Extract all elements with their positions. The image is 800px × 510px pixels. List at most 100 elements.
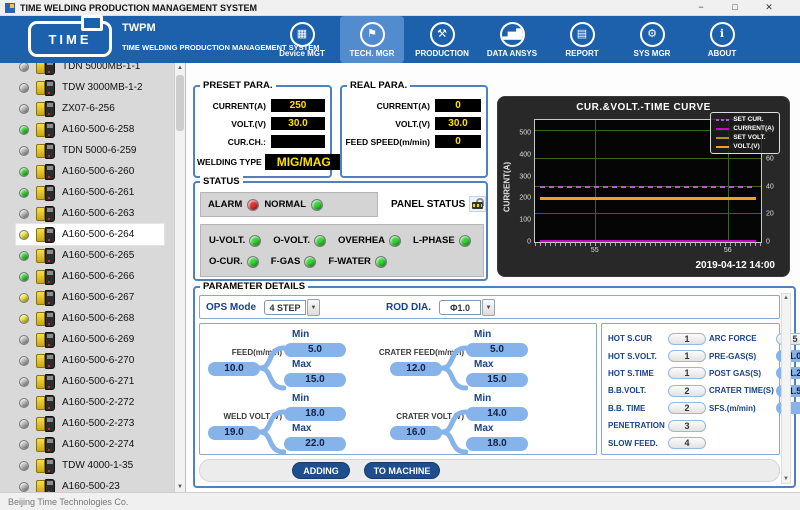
main-nav: ▦Device MGT⚑TECH. MGR⚒PRODUCTION▂▅▇DATA … [270,16,754,63]
chevron-down-icon[interactable]: ▼ [307,299,320,316]
sidebar-device-item[interactable]: A160-500-2-272 [16,392,164,413]
preset-para-panel: PRESET PARA. CURRENT(A)250VOLT.(V)30.0CU… [193,85,332,178]
sidebar-device-item[interactable]: A160-500-6-263 [16,203,164,224]
app-window: TIME WELDING PRODUCTION MANAGEMENT SYSTE… [0,0,800,510]
nav-item-about[interactable]: ℹABOUT [690,16,754,63]
welder-machine-icon [36,479,55,493]
led-gray-icon [19,83,29,93]
sidebar-device-item[interactable]: A160-500-6-270 [16,350,164,371]
sidebar-device-item[interactable]: A160-500-6-258 [16,119,164,140]
sidebar-device-item[interactable]: A160-500-6-267 [16,287,164,308]
scroll-up-icon[interactable]: ▲ [175,65,185,71]
ops-mode-value[interactable]: 4 STEP [264,300,306,315]
min-value-field[interactable]: 5.0 [284,343,346,357]
nav-item-data-ansys[interactable]: ▂▅▇DATA ANSYS [480,16,544,63]
close-button[interactable]: ✕ [752,2,786,13]
nav-item-device-mgt[interactable]: ▦Device MGT [270,16,334,63]
led-gray-icon [19,335,29,345]
sidebar-device-item[interactable]: A160-500-23 [16,476,164,492]
sidebar-device-item[interactable]: A160-500-2-273 [16,413,164,434]
sidebar-device-item[interactable]: ZX07-6-256 [16,98,164,119]
sidebar-device-item[interactable]: TDW 4000-1-35 [16,455,164,476]
maximize-button[interactable]: □ [718,2,752,13]
window-title: TIME WELDING PRODUCTION MANAGEMENT SYSTE… [20,3,257,13]
param-value-field[interactable]: 1 [668,367,706,379]
sidebar-device-item[interactable]: A160-500-6-260 [16,161,164,182]
min-label: Min [474,393,491,404]
param-value-field[interactable]: 4 [668,437,706,449]
status-title: STATUS [200,176,243,188]
min-value-field[interactable]: 18.0 [284,407,346,421]
sidebar-scrollbar[interactable]: ▲ ▼ [174,63,185,492]
legend-item: CURRENT(A) [716,125,774,132]
min-value-field[interactable]: 5.0 [466,343,528,357]
scroll-up-icon[interactable]: ▲ [782,295,790,301]
param-label: POST GAS(S) [709,369,773,378]
preset-rows: CURRENT(A)250VOLT.(V)30.0CUR.CH.: [195,87,330,149]
signal-label: O-CUR. [209,256,243,267]
sidebar-device-item[interactable]: A160-500-6-261 [16,182,164,203]
param-value-field[interactable]: 2 [668,385,706,397]
max-value-field[interactable]: 15.0 [466,373,528,387]
legend-swatch [716,146,729,148]
param-value-field[interactable]: 2 [668,402,706,414]
y-tick-right: 40 [766,183,774,190]
legend-label: CURRENT(A) [733,125,774,132]
scroll-down-icon[interactable]: ▼ [782,476,790,482]
welder-machine-icon [36,269,55,285]
sidebar-device-item[interactable]: TDW 3000MB-1-2 [16,77,164,98]
min-value-field[interactable]: 14.0 [466,407,528,421]
max-value-field[interactable]: 18.0 [466,437,528,451]
current-value-field[interactable]: 10.0 [208,362,260,376]
nav-item-production[interactable]: ⚒PRODUCTION [410,16,474,63]
to-machine-button[interactable]: TO MACHINE [364,462,440,479]
nav-item-report[interactable]: ▤REPORT [550,16,614,63]
signal-label: O-VOLT. [273,235,310,246]
sidebar-device-item[interactable]: A160-500-6-265 [16,245,164,266]
max-value-field[interactable]: 22.0 [284,437,346,451]
nav-item-tech-mgr[interactable]: ⚑TECH. MGR [340,16,404,63]
sidebar-device-item[interactable]: A160-500-2-274 [16,434,164,455]
signal-led-panel: U-VOLT.O-VOLT.OVERHEAL-PHASE O-CUR.F-GAS… [200,224,484,277]
preset-row: CUR.CH.: [197,134,325,149]
param-group-feed-m-min: Min5.0Max15.0FEED(m/min)10.0 [206,332,378,392]
minimize-button[interactable]: − [684,2,718,13]
chevron-down-icon[interactable]: ▼ [482,299,495,316]
current-value-field[interactable]: 19.0 [208,426,260,440]
max-value-field[interactable]: 15.0 [284,373,346,387]
sidebar-device-item[interactable]: A160-500-6-264 [16,224,164,245]
welder-machine-icon [36,80,55,96]
param-value-field[interactable]: 1 [668,350,706,362]
device-label: TDN 5000-6-259 [62,145,136,156]
gear-icon: ⚙ [640,22,665,47]
nav-item-sys-mgr[interactable]: ⚙SYS MGR [620,16,684,63]
sidebar-device-item[interactable]: A160-500-6-269 [16,329,164,350]
current-value-field[interactable]: 16.0 [390,426,442,440]
current-value-field[interactable]: 12.0 [390,362,442,376]
sidebar-device-item[interactable]: A160-500-6-271 [16,371,164,392]
rod-dia-value[interactable]: Φ1.0 [439,300,481,315]
adding-button[interactable]: ADDING [292,462,350,479]
y-tick-left: 300 [519,173,531,180]
sidebar-device-item[interactable]: A160-500-6-266 [16,266,164,287]
sidebar-device-item[interactable]: TDN 5000-6-259 [16,140,164,161]
param-value-field[interactable]: 1 [668,333,706,345]
device-label: A160-500-6-269 [62,334,134,345]
param-label: PENETRATION [608,421,665,430]
ops-mode-dropdown[interactable]: 4 STEP ▼ [264,299,320,316]
device-label: A160-500-6-267 [62,292,134,303]
led-green-icon [19,188,29,198]
sidebar-device-item[interactable]: A160-500-6-268 [16,308,164,329]
real-row: FEED SPEED(m/min)0 [344,134,481,149]
normal-label: NORMAL [264,199,306,210]
scroll-down-icon[interactable]: ▼ [175,484,185,490]
param-value-field[interactable]: 3 [668,420,706,432]
details-scrollbar[interactable]: ▲ ▼ [781,293,791,484]
legend-label: SET CUR. [733,116,763,123]
real-value-display: 0 [435,135,481,148]
ops-mode-label: OPS Mode [206,302,256,313]
led-green-icon [19,251,29,261]
scrollbar-thumb[interactable] [176,75,184,131]
rod-dia-dropdown[interactable]: Φ1.0 ▼ [439,299,495,316]
sidebar-device-item[interactable]: TDN 5000MB-1-1 [16,63,164,77]
